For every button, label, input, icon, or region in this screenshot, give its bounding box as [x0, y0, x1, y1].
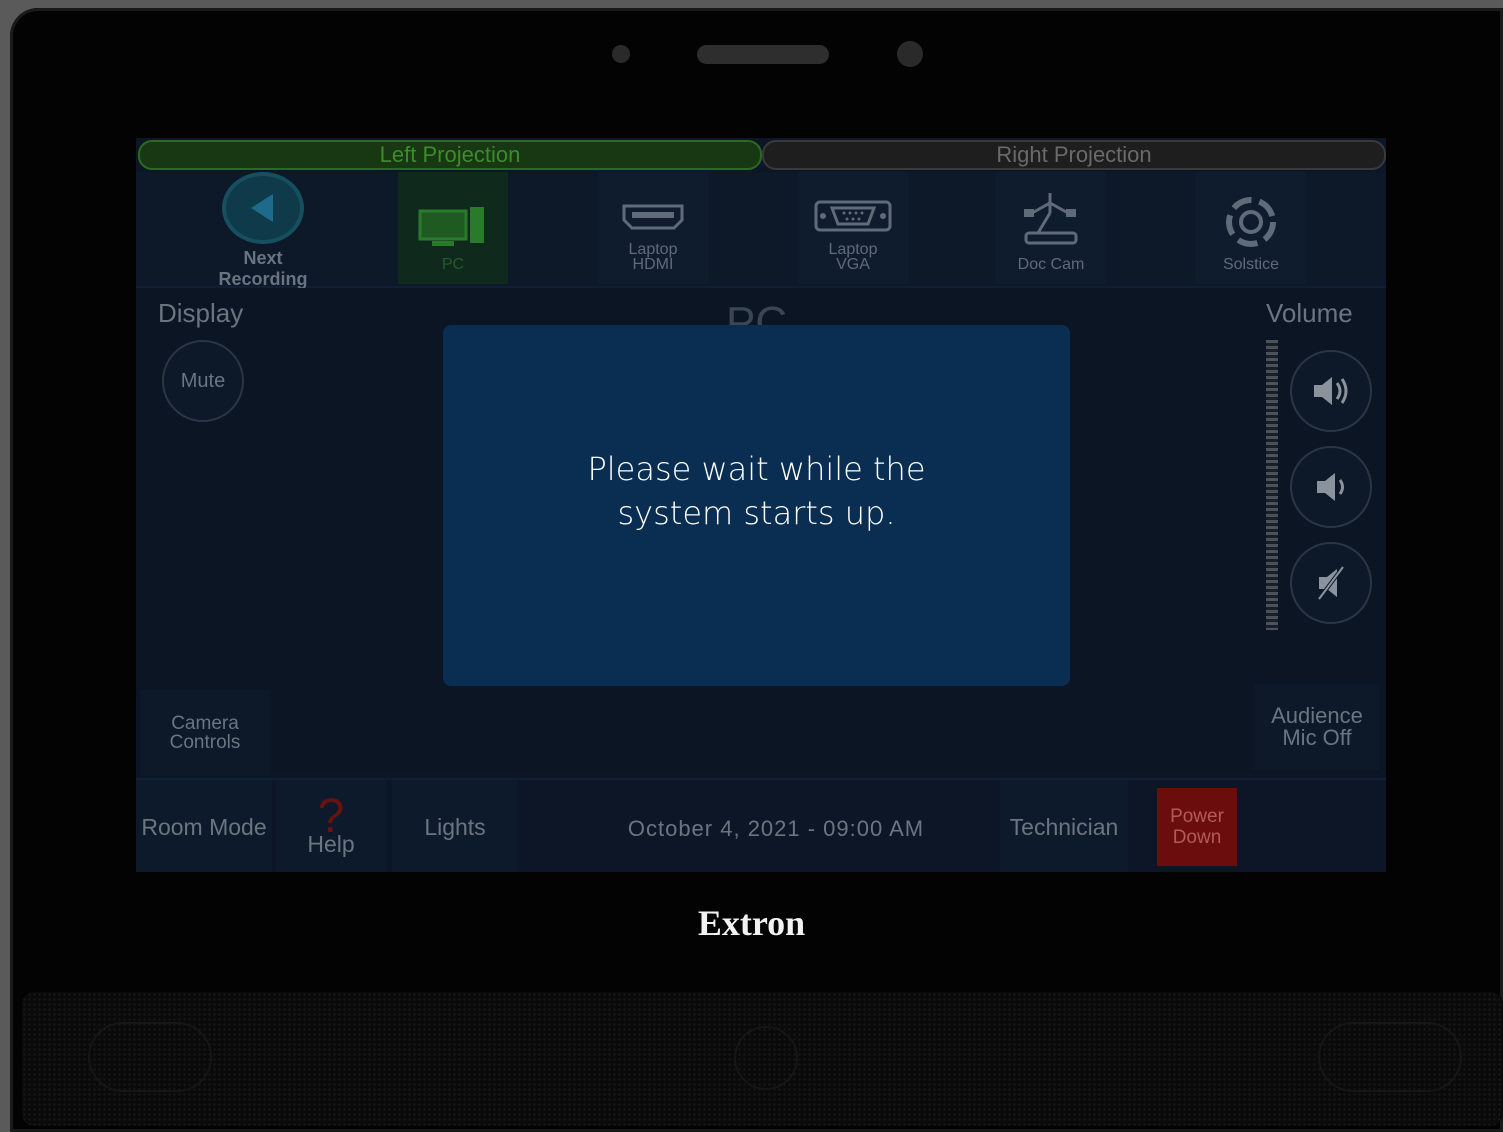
source-laptop-hdmi-label: Laptop HDMI	[628, 241, 678, 273]
volume-title: Volume	[1266, 298, 1353, 328]
hardware-left-button[interactable]	[88, 1022, 212, 1092]
power-down-button[interactable]: Power Down	[1157, 788, 1237, 866]
volume-down-button[interactable]	[1290, 446, 1372, 528]
volume-up-icon	[1314, 377, 1348, 405]
tab-right-projection[interactable]: Right Projection	[762, 140, 1386, 170]
brand-logo: Extron	[697, 903, 806, 943]
display-mute-label: Mute	[180, 369, 226, 392]
next-recording-button[interactable]: Next Recording	[206, 172, 320, 289]
volume-level-meter	[1266, 340, 1278, 630]
source-doc-cam-button[interactable]: Doc Cam	[996, 172, 1106, 284]
source-doc-cam-label: Doc Cam	[1017, 256, 1085, 273]
camera-controls-button[interactable]: Camera Controls	[140, 690, 270, 776]
bottom-bar: Room Mode ? Help Lights October 4, 2021 …	[136, 778, 1386, 872]
startup-dialog: Please wait while the system starts up.	[443, 325, 1070, 686]
display-title: Display	[158, 298, 244, 328]
date-time-display: October 4, 2021 - 09:00 AM	[627, 816, 925, 841]
source-solstice-label: Solstice	[1222, 256, 1280, 273]
back-arrow-icon	[222, 172, 304, 244]
projection-tabs: Left Projection Right Projection	[136, 138, 1386, 170]
camera-sensor-icon	[612, 45, 630, 63]
source-bar: PC Laptop HDMI Laptop VGA Doc Cam Solsti…	[136, 172, 1386, 288]
display-mute-button[interactable]: Mute	[162, 340, 244, 422]
next-recording-label: Next Recording	[218, 248, 308, 289]
lights-button[interactable]: Lights	[392, 780, 518, 872]
hardware-right-button[interactable]	[1318, 1022, 1462, 1092]
vga-icon	[814, 200, 892, 232]
hardware-center-button[interactable]	[734, 1026, 798, 1090]
technician-button[interactable]: Technician	[1000, 780, 1128, 872]
lights-label: Lights	[424, 813, 486, 840]
source-laptop-hdmi-button[interactable]: Laptop HDMI	[598, 172, 708, 284]
hdmi-icon	[622, 204, 684, 230]
document-camera-icon	[1024, 193, 1078, 245]
volume-mute-icon	[1317, 565, 1345, 601]
help-button[interactable]: ? Help	[276, 780, 386, 872]
volume-mute-button[interactable]	[1290, 542, 1372, 624]
source-pc-label: PC	[441, 256, 465, 273]
volume-down-icon	[1317, 473, 1344, 501]
light-sensor-icon	[897, 41, 923, 67]
source-laptop-vga-button[interactable]: Laptop VGA	[798, 172, 908, 284]
technician-label: Technician	[1009, 813, 1119, 840]
volume-up-button[interactable]	[1290, 350, 1372, 432]
earpiece-slot	[697, 45, 829, 64]
source-laptop-vga-label: Laptop VGA	[828, 241, 878, 273]
help-label: Help	[307, 830, 355, 857]
source-solstice-button[interactable]: Solstice	[1196, 172, 1306, 284]
startup-message: Please wait while the system starts up.	[587, 449, 926, 532]
source-pc-button[interactable]: PC	[398, 172, 508, 284]
pc-icon	[418, 207, 484, 246]
solstice-icon	[1226, 197, 1276, 247]
tab-left-projection[interactable]: Left Projection	[138, 140, 762, 170]
room-mode-button[interactable]: Room Mode	[136, 780, 272, 872]
audience-mic-button[interactable]: Audience Mic Off	[1254, 684, 1380, 770]
room-mode-label: Room Mode	[141, 813, 267, 840]
